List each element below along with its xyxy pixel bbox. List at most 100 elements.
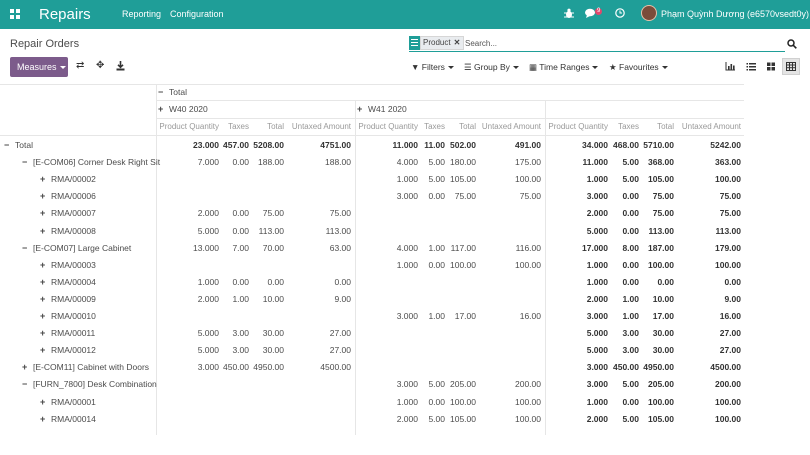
pivot-cell[interactable]: 105.00 xyxy=(648,174,674,184)
row-header[interactable]: + RMA/00003 xyxy=(40,260,96,270)
app-brand[interactable]: Repairs xyxy=(39,6,91,23)
measures-button[interactable]: Measures xyxy=(10,57,68,77)
pivot-cell[interactable]: 75.00 xyxy=(653,208,674,218)
pivot-cell[interactable]: 100.00 xyxy=(515,397,541,407)
pivot-cell[interactable]: 0.00 xyxy=(622,208,639,218)
measure-header[interactable]: Total xyxy=(267,122,284,131)
pivot-cell[interactable]: 205.00 xyxy=(648,379,674,389)
menu-configuration[interactable]: Configuration xyxy=(170,9,224,19)
pivot-cell[interactable]: 0.00 xyxy=(232,277,249,287)
pivot-cell[interactable]: 0.00 xyxy=(334,277,351,287)
pivot-cell[interactable]: 1.00 xyxy=(232,294,249,304)
pivot-cell[interactable]: 0.00 xyxy=(657,277,674,287)
pivot-cell[interactable]: 1.00 xyxy=(622,311,639,321)
close-icon[interactable]: ✕ xyxy=(454,38,461,47)
measure-header[interactable]: Untaxed Amount xyxy=(482,122,541,131)
pivot-cell[interactable]: 7.00 xyxy=(232,243,249,253)
search-input[interactable] xyxy=(465,36,765,50)
pivot-cell[interactable]: 180.00 xyxy=(450,157,476,167)
pivot-view-icon[interactable] xyxy=(782,58,800,75)
pivot-cell[interactable]: 27.00 xyxy=(720,328,741,338)
pivot-cell[interactable]: 1.00 xyxy=(428,243,445,253)
pivot-cell[interactable]: 200.00 xyxy=(715,379,741,389)
bug-icon[interactable] xyxy=(564,8,574,22)
pivot-cell[interactable]: 3.000 xyxy=(587,362,608,372)
pivot-cell[interactable]: 5.00 xyxy=(428,379,445,389)
pivot-cell[interactable]: 5.000 xyxy=(198,345,219,355)
pivot-cell[interactable]: 363.00 xyxy=(715,157,741,167)
pivot-cell[interactable]: 5208.00 xyxy=(253,140,284,150)
user-avatar[interactable] xyxy=(641,5,657,21)
row-header[interactable]: + [E-COM11] Cabinet with Doors xyxy=(22,362,149,372)
pivot-cell[interactable]: 75.00 xyxy=(330,208,351,218)
pivot-cell[interactable]: 100.00 xyxy=(515,260,541,270)
favourites-dropdown[interactable]: ★ Favourites xyxy=(609,62,668,73)
search-icon[interactable] xyxy=(787,39,797,49)
measure-header[interactable]: Total xyxy=(657,122,674,131)
pivot-cell[interactable]: 0.00 xyxy=(428,191,445,201)
pivot-cell[interactable]: 0.00 xyxy=(232,226,249,236)
row-header[interactable]: + RMA/00002 xyxy=(40,174,96,184)
pivot-cell[interactable]: 1.000 xyxy=(587,397,608,407)
pivot-cell[interactable]: 5242.00 xyxy=(710,140,741,150)
pivot-cell[interactable]: 11.000 xyxy=(392,140,418,150)
pivot-cell[interactable]: 100.00 xyxy=(515,174,541,184)
pivot-cell[interactable]: 2.000 xyxy=(587,208,608,218)
pivot-cell[interactable]: 1.000 xyxy=(397,174,418,184)
pivot-cell[interactable]: 16.00 xyxy=(520,311,541,321)
pivot-cell[interactable]: 2.000 xyxy=(198,294,219,304)
pivot-cell[interactable]: 75.00 xyxy=(720,208,741,218)
pivot-cell[interactable]: 8.00 xyxy=(622,243,639,253)
pivot-cell[interactable]: 3.000 xyxy=(397,379,418,389)
pivot-cell[interactable]: 5.000 xyxy=(587,345,608,355)
pivot-cell[interactable]: 0.00 xyxy=(622,191,639,201)
pivot-cell[interactable]: 2.000 xyxy=(397,414,418,424)
pivot-cell[interactable]: 205.00 xyxy=(450,379,476,389)
pivot-cell[interactable]: 0.00 xyxy=(622,277,639,287)
pivot-cell[interactable]: 2.000 xyxy=(587,294,608,304)
pivot-cell[interactable]: 27.00 xyxy=(330,345,351,355)
pivot-cell[interactable]: 30.00 xyxy=(263,345,284,355)
pivot-cell[interactable]: 5.000 xyxy=(587,226,608,236)
pivot-cell[interactable]: 75.00 xyxy=(520,191,541,201)
pivot-cell[interactable]: 9.00 xyxy=(724,294,741,304)
pivot-cell[interactable]: 34.000 xyxy=(582,140,608,150)
pivot-cell[interactable]: 1.000 xyxy=(397,260,418,270)
pivot-cell[interactable]: 100.00 xyxy=(450,260,476,270)
measure-header[interactable]: Product Quantity xyxy=(548,122,608,131)
measure-header[interactable]: Total xyxy=(459,122,476,131)
pivot-cell[interactable]: 5.00 xyxy=(622,174,639,184)
row-header[interactable]: − Total xyxy=(4,140,33,150)
pivot-cell[interactable]: 2.000 xyxy=(587,414,608,424)
pivot-cell[interactable]: 75.00 xyxy=(263,208,284,218)
row-header[interactable]: + RMA/00004 xyxy=(40,277,96,287)
pivot-cell[interactable]: 100.00 xyxy=(450,397,476,407)
pivot-cell[interactable]: 4.000 xyxy=(397,243,418,253)
pivot-cell[interactable]: 113.00 xyxy=(326,226,351,236)
measure-header[interactable]: Product Quantity xyxy=(358,122,418,131)
pivot-cell[interactable]: 5710.00 xyxy=(643,140,674,150)
pivot-cell[interactable]: 368.00 xyxy=(648,157,674,167)
flip-axis-icon[interactable]: ⇄ xyxy=(76,61,84,71)
row-header[interactable]: + RMA/00010 xyxy=(40,311,96,321)
pivot-cell[interactable]: 100.00 xyxy=(715,174,741,184)
row-header[interactable]: + RMA/00011 xyxy=(40,328,95,338)
pivot-cell[interactable]: 17.000 xyxy=(582,243,608,253)
row-header[interactable]: + RMA/00001 xyxy=(40,397,96,407)
pivot-cell[interactable]: 17.00 xyxy=(653,311,674,321)
pivot-cell[interactable]: 4500.00 xyxy=(320,362,351,372)
col-header-w40[interactable]: + W40 2020 xyxy=(158,104,208,114)
pivot-cell[interactable]: 3.00 xyxy=(232,345,249,355)
pivot-cell[interactable]: 1.00 xyxy=(428,311,445,321)
row-header[interactable]: + RMA/00009 xyxy=(40,294,96,304)
pivot-cell[interactable]: 0.00 xyxy=(622,397,639,407)
pivot-cell[interactable]: 3.000 xyxy=(397,311,418,321)
download-icon[interactable] xyxy=(116,61,125,74)
pivot-cell[interactable]: 0.00 xyxy=(428,260,445,270)
pivot-cell[interactable]: 1.000 xyxy=(198,277,219,287)
measure-header[interactable]: Product Quantity xyxy=(159,122,219,131)
pivot-cell[interactable]: 0.00 xyxy=(622,260,639,270)
pivot-cell[interactable]: 113.00 xyxy=(648,226,674,236)
pivot-cell[interactable]: 5.00 xyxy=(428,157,445,167)
graph-view-icon[interactable] xyxy=(721,58,739,75)
